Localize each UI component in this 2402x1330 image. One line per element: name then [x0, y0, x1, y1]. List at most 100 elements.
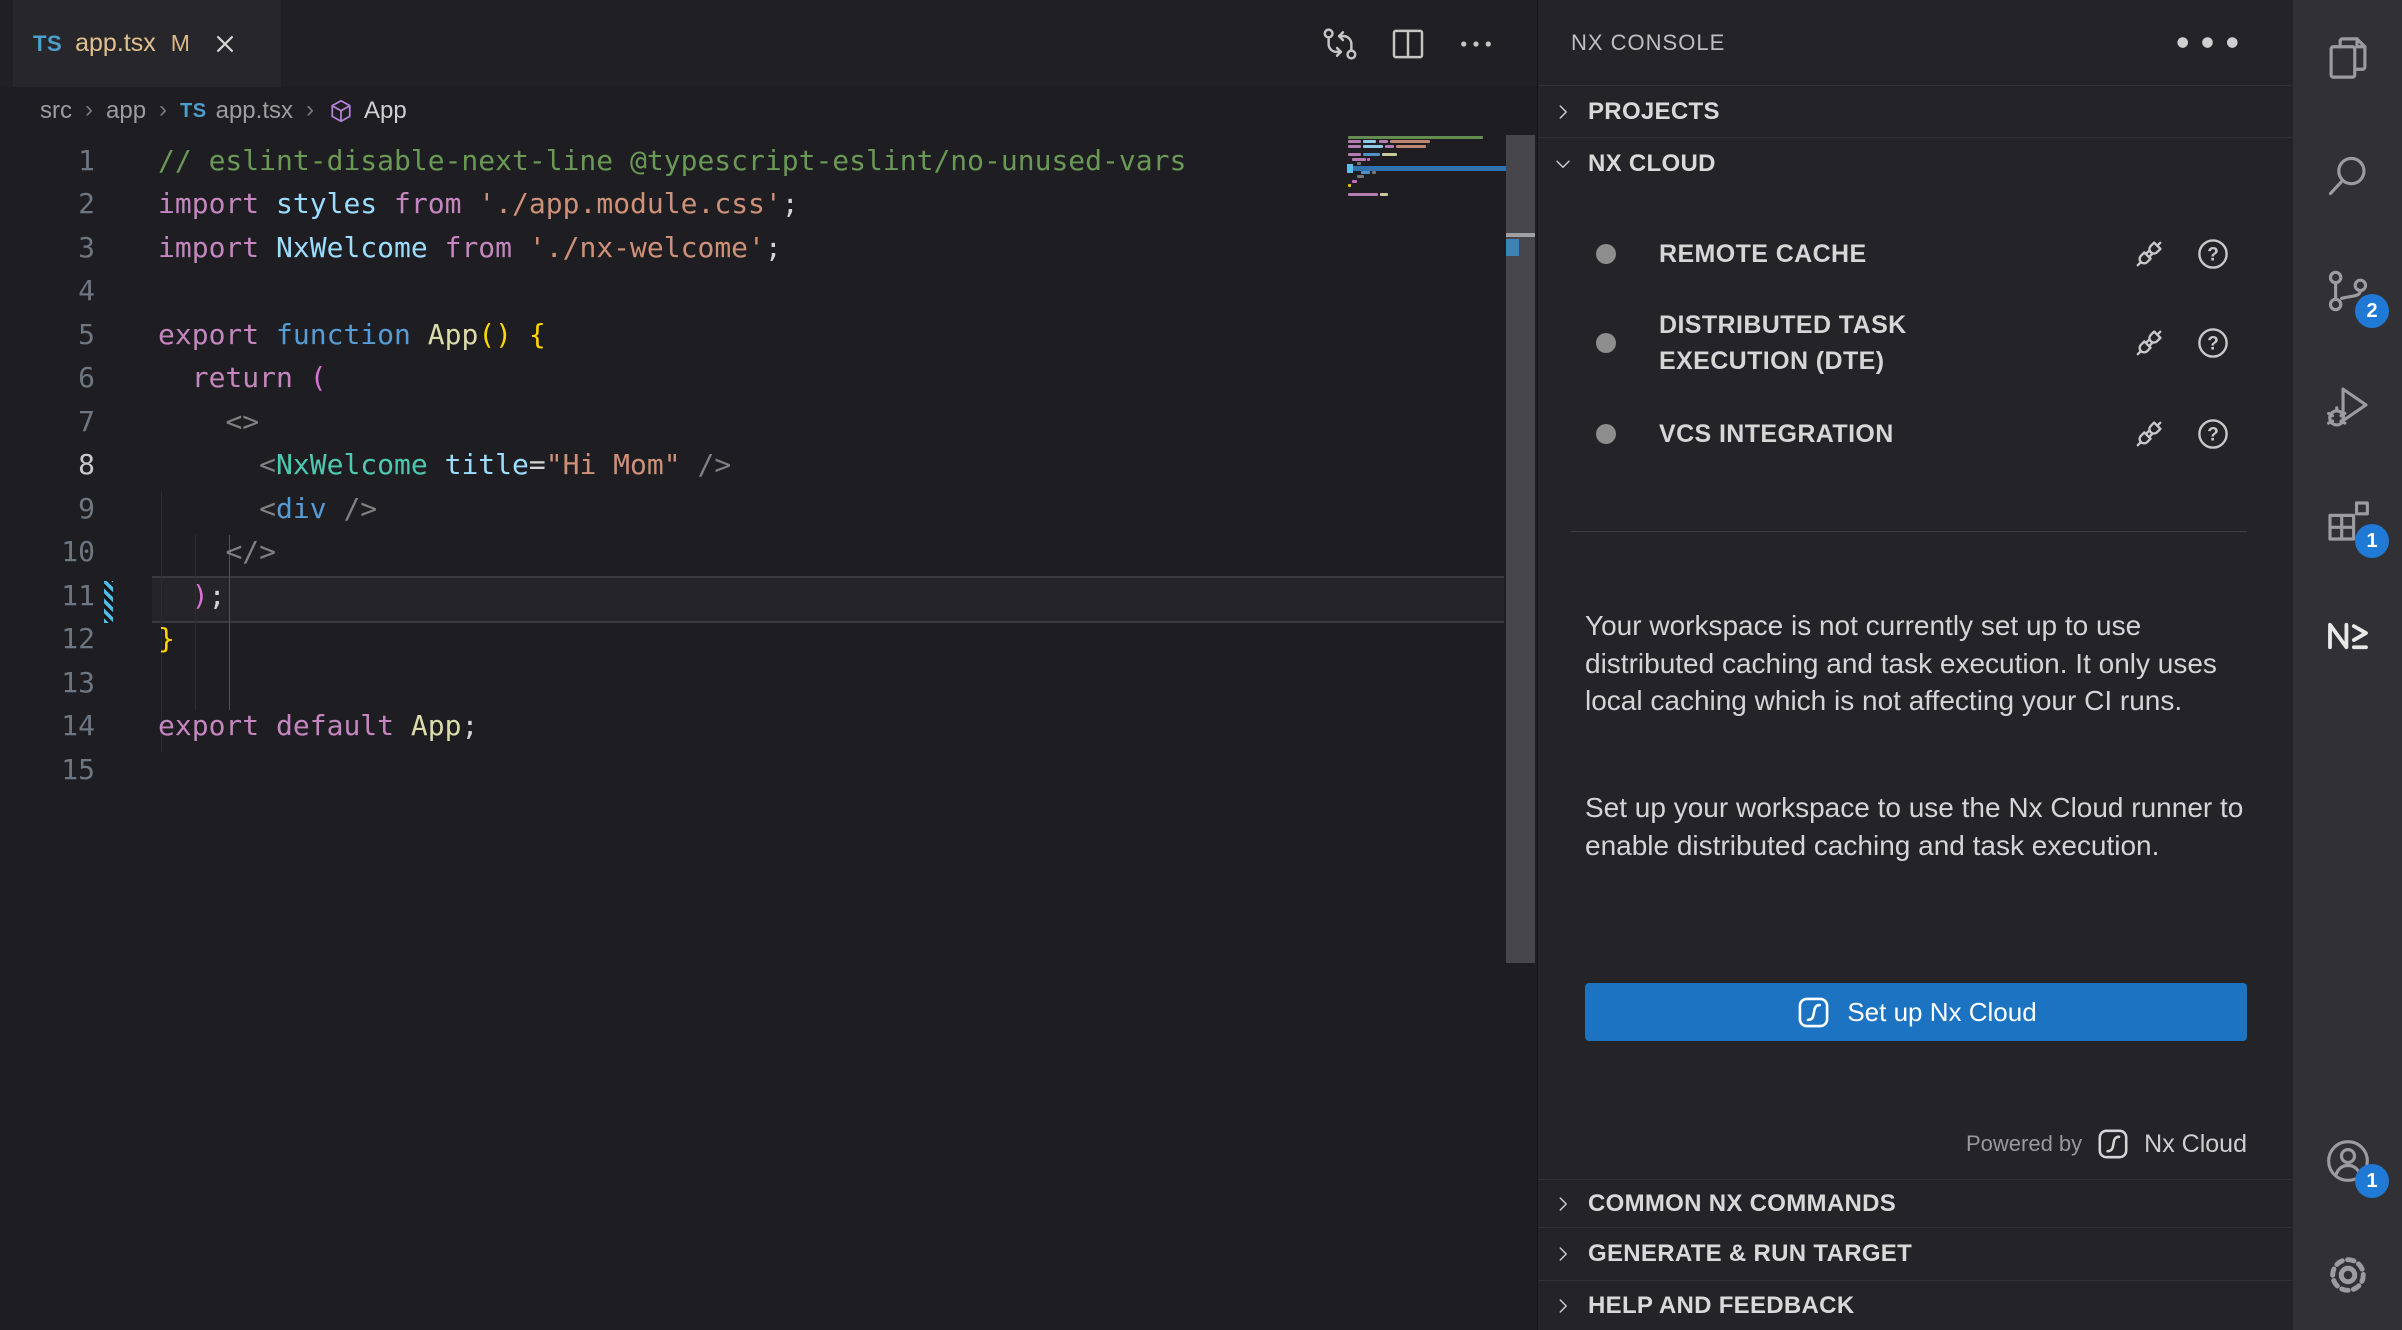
nx-activity-item[interactable]: [2321, 609, 2375, 663]
connect-plug-icon[interactable]: [2130, 415, 2168, 453]
code-line-4[interactable]: 4: [0, 269, 1500, 313]
scrollbar[interactable]: [1506, 135, 1535, 963]
panel-more-actions-icon[interactable]: [2165, 0, 2250, 85]
minimap-line: [1379, 140, 1388, 143]
line-number: 15: [0, 753, 95, 786]
account-activity-item[interactable]: 1: [2321, 1134, 2375, 1188]
extensions-activity-item[interactable]: 1: [2321, 494, 2375, 548]
nx-console-panel: NX CONSOLE PROJECTS NX CLOUD REMOTE CACH…: [1537, 0, 2292, 1330]
close-tab-icon[interactable]: [210, 29, 240, 59]
files-activity-item[interactable]: [2321, 31, 2375, 85]
tab-app-tsx[interactable]: TS app.tsx M: [13, 0, 281, 87]
editor-actions: [1319, 0, 1497, 87]
section-generate-run-target[interactable]: GENERATE & RUN TARGET: [1538, 1227, 2292, 1280]
connect-plug-icon[interactable]: [2130, 235, 2168, 273]
minimap-line: [1382, 153, 1397, 156]
code-text: // eslint-disable-next-line @typescript-…: [158, 144, 1186, 177]
code-text: return (: [158, 361, 327, 394]
code-text: );: [158, 579, 225, 612]
minimap-line: [1348, 136, 1483, 139]
minimap[interactable]: [1348, 136, 1506, 226]
code-line-9[interactable]: 9 <div />: [0, 486, 1500, 530]
badge: 2: [2355, 294, 2389, 328]
setup-instruction-text: Set up your workspace to use the Nx Clou…: [1585, 789, 2253, 864]
nx-cloud-item[interactable]: VCS INTEGRATION?: [1538, 406, 2292, 462]
connect-plug-icon[interactable]: [2130, 324, 2168, 362]
minimap-line: [1385, 145, 1394, 148]
split-editor-icon[interactable]: [1387, 23, 1429, 65]
code-line-14[interactable]: 14export default App;: [0, 704, 1500, 748]
nx-cloud-icon: [2095, 1126, 2131, 1162]
code-line-13[interactable]: 13: [0, 660, 1500, 704]
code-editor[interactable]: 1 // eslint-disable-next-line @typescript…: [0, 135, 1537, 1330]
setup-nx-cloud-button[interactable]: Set up Nx Cloud: [1585, 983, 2247, 1041]
breadcrumb-src[interactable]: src: [40, 97, 72, 125]
minimap-line: [1380, 193, 1388, 196]
code-line-3[interactable]: 3 import NxWelcome from './nx-welcome';: [0, 225, 1500, 269]
nx-cloud-icon: [1795, 994, 1832, 1031]
nx-cloud-item[interactable]: REMOTE CACHE?: [1538, 226, 2292, 282]
line-number: 2: [0, 187, 95, 220]
editor-region: TS app.tsx M src › app › TS app.tsx › Ap…: [0, 0, 1537, 1330]
section-common-nx-commands[interactable]: COMMON NX COMMANDS: [1538, 1179, 2292, 1227]
svg-text:?: ?: [2207, 424, 2219, 445]
line-number: 3: [0, 231, 95, 264]
line-number: 8: [0, 448, 95, 481]
breadcrumb-symbol-app[interactable]: App: [327, 97, 407, 125]
item-label: DISTRIBUTED TASK EXECUTION (DTE): [1659, 307, 1979, 379]
help-question-icon[interactable]: ?: [2194, 324, 2232, 362]
minimap-line: [1363, 153, 1380, 156]
status-dot-icon: [1596, 333, 1616, 353]
code-text: import NxWelcome from './nx-welcome';: [158, 231, 782, 264]
more-actions-icon[interactable]: [1455, 23, 1497, 65]
code-text: </>: [158, 535, 276, 568]
line-number: 5: [0, 318, 95, 351]
breadcrumb-app[interactable]: app: [106, 97, 146, 125]
code-line-1[interactable]: 1 // eslint-disable-next-line @typescript…: [0, 138, 1500, 182]
section-nx-cloud[interactable]: NX CLOUD: [1538, 137, 2292, 190]
powered-by-label: Powered by: [1966, 1131, 2082, 1157]
overview-cursor-marker: [1506, 233, 1535, 237]
minimap-line: [1390, 140, 1430, 143]
line-number: 11: [0, 579, 95, 612]
minimap-line: [1361, 171, 1370, 174]
tab-label: app.tsx: [75, 29, 156, 58]
code-text: import styles from './app.module.css';: [158, 187, 799, 220]
help-question-icon[interactable]: ?: [2194, 235, 2232, 273]
section-projects[interactable]: PROJECTS: [1538, 85, 2292, 137]
nx-cloud-brand-label[interactable]: Nx Cloud: [2144, 1130, 2247, 1159]
code-line-12[interactable]: 12}: [0, 617, 1500, 661]
code-line-2[interactable]: 2 import styles from './app.module.css';: [0, 182, 1500, 226]
minimap-modified-marker: [1347, 164, 1353, 173]
typescript-file-icon: TS: [33, 31, 62, 57]
section-help-and-feedback[interactable]: HELP AND FEEDBACK: [1538, 1280, 2292, 1330]
line-number: 13: [0, 666, 95, 699]
modified-badge: M: [171, 30, 190, 57]
minimap-line: [1357, 175, 1364, 178]
line-number: 1: [0, 144, 95, 177]
divider: [1571, 531, 2247, 532]
settings-gear-activity-item[interactable]: [2321, 1248, 2375, 1302]
chevron-right-icon: [1552, 1295, 1574, 1317]
breadcrumb: src › app › TS app.tsx › App: [0, 87, 1537, 135]
panel-header: NX CONSOLE: [1538, 0, 2292, 85]
source-control-activity-item[interactable]: 2: [2321, 264, 2375, 318]
breadcrumb-file[interactable]: TS app.tsx: [180, 97, 293, 125]
code-line-10[interactable]: 10 </>: [0, 530, 1500, 574]
svg-text:?: ?: [2207, 244, 2219, 265]
code-line-7[interactable]: 7 <>: [0, 399, 1500, 443]
line-number: 14: [0, 709, 95, 742]
line-number: 9: [0, 492, 95, 525]
code-line-15[interactable]: 15: [0, 747, 1500, 791]
minimap-line: [1363, 140, 1376, 143]
help-question-icon[interactable]: ?: [2194, 415, 2232, 453]
code-line-6[interactable]: 6 return (: [0, 356, 1500, 400]
code-line-11[interactable]: 11 );: [0, 573, 1500, 617]
search-activity-item[interactable]: [2321, 149, 2375, 203]
debug-activity-item[interactable]: [2321, 379, 2375, 433]
minimap-line: [1348, 193, 1378, 196]
nx-cloud-item[interactable]: DISTRIBUTED TASK EXECUTION (DTE)?: [1538, 296, 2292, 390]
code-line-5[interactable]: 5export function App() {: [0, 312, 1500, 356]
code-line-8[interactable]: 8 <NxWelcome title="Hi Mom" />: [0, 443, 1500, 487]
open-changes-icon[interactable]: [1319, 23, 1361, 65]
